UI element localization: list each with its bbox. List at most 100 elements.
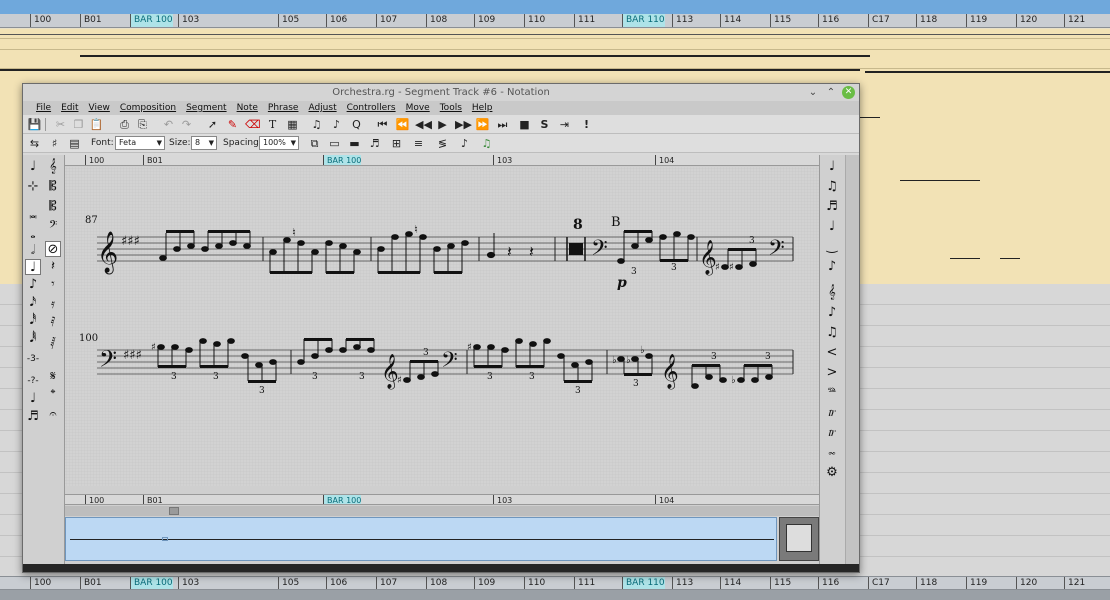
ruler-tick[interactable]: 103 xyxy=(178,14,199,27)
main-bar-ruler-top[interactable]: 100 B01 BAR 100 103 105 106 107 108 109 110 111 BAR… xyxy=(0,14,1110,28)
score-canvas[interactable]: 87 𝄞 ♯♯♯ ♮ ♮ 𝄽 𝄽 8 𝄢 B 3 3 p 𝄞 ♯ ♯ 3 𝄢 1… xyxy=(65,167,819,486)
font-select[interactable]: Feta ▼ xyxy=(115,136,165,150)
ruler-tick[interactable]: 121 xyxy=(1064,577,1085,589)
score-ruler-tick[interactable]: B01 xyxy=(143,495,163,504)
ruler-tick[interactable]: 119 xyxy=(966,14,987,27)
forward-end-icon[interactable]: ⏭ xyxy=(495,117,510,132)
rewind-icon[interactable]: ⏪ xyxy=(395,117,410,132)
cut-icon[interactable]: ✂ xyxy=(53,117,68,132)
note-duration-icon[interactable]: ⇆ xyxy=(27,136,42,151)
ruler-tick[interactable]: 103 xyxy=(178,577,199,589)
crossfade-icon[interactable]: ⊹ xyxy=(25,179,41,195)
ruler-tick[interactable]: B01 xyxy=(80,577,102,589)
ruler-tick[interactable]: 106 xyxy=(326,577,347,589)
alto-clef-icon[interactable]: 𝄡 xyxy=(45,179,61,195)
ruler-tick[interactable]: 109 xyxy=(474,577,495,589)
measure-89[interactable]: ♮ xyxy=(377,223,469,274)
score-ruler-tick[interactable]: 104 xyxy=(655,155,674,165)
score-ruler-tick[interactable]: BAR 100 xyxy=(323,495,362,504)
chord-icon[interactable]: ⊞ xyxy=(389,136,404,151)
multi-measure-rest[interactable]: 8 xyxy=(566,217,586,261)
bass-clef-change[interactable]: 𝄢 xyxy=(591,236,608,266)
select-tool-icon[interactable]: ➚ xyxy=(205,117,220,132)
ruler-tick[interactable]: 120 xyxy=(1016,14,1037,27)
save-icon[interactable]: 💾 xyxy=(27,117,42,132)
ruler-tick[interactable]: 118 xyxy=(916,14,937,27)
ruler-tick[interactable]: 114 xyxy=(720,577,741,589)
close-icon[interactable]: ✕ xyxy=(842,86,855,99)
menu-item-note[interactable]: Note xyxy=(232,101,263,115)
measure-104b[interactable]: 3 ♭ 3 xyxy=(691,352,773,389)
quarter-note-icon[interactable]: ♩ xyxy=(25,259,41,275)
ruler-tick[interactable]: 110 xyxy=(524,14,545,27)
breve-icon[interactable]: 𝅜 xyxy=(25,207,41,223)
rewind-start-icon[interactable]: ⏮ xyxy=(375,117,390,132)
forward-icon[interactable]: ⏩ xyxy=(475,117,490,132)
unbeam-icon[interactable]: ♬ xyxy=(824,199,840,215)
window-titlebar[interactable]: Orchestra.rg - Segment Track #6 - Notati… xyxy=(23,84,859,101)
menu-item-composition[interactable]: Composition xyxy=(115,101,181,115)
arpeggio-icon[interactable]: ♫ xyxy=(824,325,840,341)
spacing-select[interactable]: 100% ▼ xyxy=(259,136,299,150)
bass-clef-change-2[interactable]: 𝄢 xyxy=(768,236,785,266)
quantize-icon[interactable]: Q xyxy=(349,117,364,132)
measure-101[interactable]: ♯ 3 3 3 xyxy=(151,338,277,396)
ruler-tick[interactable]: 107 xyxy=(376,577,397,589)
ruler-tick[interactable]: 109 xyxy=(474,14,495,27)
treble-clef[interactable]: 𝄞 xyxy=(97,231,118,274)
vertical-scrollbar[interactable] xyxy=(845,155,859,569)
turn-icon[interactable]: 𝆗 xyxy=(824,445,840,461)
text-tool-icon[interactable]: T xyxy=(265,117,280,132)
measure-100[interactable]: ♯ ♯ 3 xyxy=(715,236,757,273)
bass-clef-icon[interactable]: 𝄢 xyxy=(45,219,61,235)
measure-87[interactable] xyxy=(159,230,251,261)
print-preview-icon[interactable]: ⎘ xyxy=(135,117,150,132)
step-back-icon[interactable]: ◀◀ xyxy=(415,117,432,132)
coda-icon[interactable]: 𝄌 xyxy=(45,387,61,403)
ruler-tick[interactable]: 116 xyxy=(818,14,839,27)
ruler-tick[interactable]: 105 xyxy=(278,14,299,27)
hairpin-icon[interactable]: ≶ xyxy=(435,136,450,151)
print-icon[interactable]: ⎙ xyxy=(117,117,132,132)
ruler-tick[interactable]: 118 xyxy=(916,577,937,589)
layer-icon[interactable]: ≡ xyxy=(411,136,426,151)
menu-item-help[interactable]: Help xyxy=(467,101,498,115)
ruler-tick[interactable]: 100 xyxy=(30,577,51,589)
sixtyfourth-rest-icon[interactable]: 𝅁 xyxy=(45,335,61,351)
crescendo-icon[interactable]: < xyxy=(824,345,840,361)
ruler-tick[interactable]: 100 xyxy=(30,14,51,27)
ruler-tick[interactable]: 115 xyxy=(770,14,791,27)
layout-icon[interactable]: ⧉ xyxy=(307,136,322,151)
score-ruler-tick[interactable]: 103 xyxy=(493,495,512,504)
panic-icon[interactable]: ! xyxy=(579,117,594,132)
ruler-tick[interactable]: BAR 100 xyxy=(130,14,173,27)
trill-icon[interactable]: 𝆖 xyxy=(824,425,840,441)
tremolo-icon[interactable]: 𝆖 xyxy=(824,405,840,421)
scrollbar-thumb[interactable] xyxy=(169,507,179,515)
ruler-tick[interactable]: BAR 110 xyxy=(622,14,665,27)
tuplet-note-icon[interactable]: ♬ xyxy=(25,409,41,425)
tuplet-group-icon[interactable]: ♪ xyxy=(824,259,840,275)
ruler-tick[interactable]: B01 xyxy=(80,14,102,27)
play-icon[interactable]: ▶ xyxy=(435,117,450,132)
sixtyfourth-note-icon[interactable]: 𝅘𝅥𝅱 xyxy=(25,331,41,347)
dotted-note-icon[interactable]: ♩ xyxy=(25,391,41,407)
score-ruler-tick[interactable]: BAR 100 xyxy=(323,155,362,165)
bass-clef[interactable]: 𝄢 xyxy=(99,345,117,378)
menu-item-move[interactable]: Move xyxy=(401,101,435,115)
menu-item-view[interactable]: View xyxy=(84,101,115,115)
score-bar-ruler-top[interactable]: 100 B01 BAR 100 103 104 xyxy=(65,155,819,166)
eighth-rest-icon[interactable]: 𝄾 xyxy=(45,277,61,293)
ruler-tick[interactable]: BAR 110 xyxy=(622,577,665,589)
menu-item-controllers[interactable]: Controllers xyxy=(342,101,401,115)
fermata-icon[interactable]: 𝄐 xyxy=(45,407,61,423)
sixteenth-rest-icon[interactable]: 𝄿 xyxy=(45,297,61,313)
settings-icon[interactable]: ⚙ xyxy=(824,465,840,481)
menu-item-file[interactable]: File xyxy=(31,101,56,115)
ruler-tick[interactable]: C17 xyxy=(868,577,890,589)
ruler-tick[interactable]: 106 xyxy=(326,14,347,27)
segment-overview[interactable] xyxy=(65,517,777,561)
accidental-icon[interactable]: ♯ xyxy=(47,136,62,151)
ruler-tick[interactable]: 111 xyxy=(574,14,595,27)
decrescendo-icon[interactable]: > xyxy=(824,365,840,381)
